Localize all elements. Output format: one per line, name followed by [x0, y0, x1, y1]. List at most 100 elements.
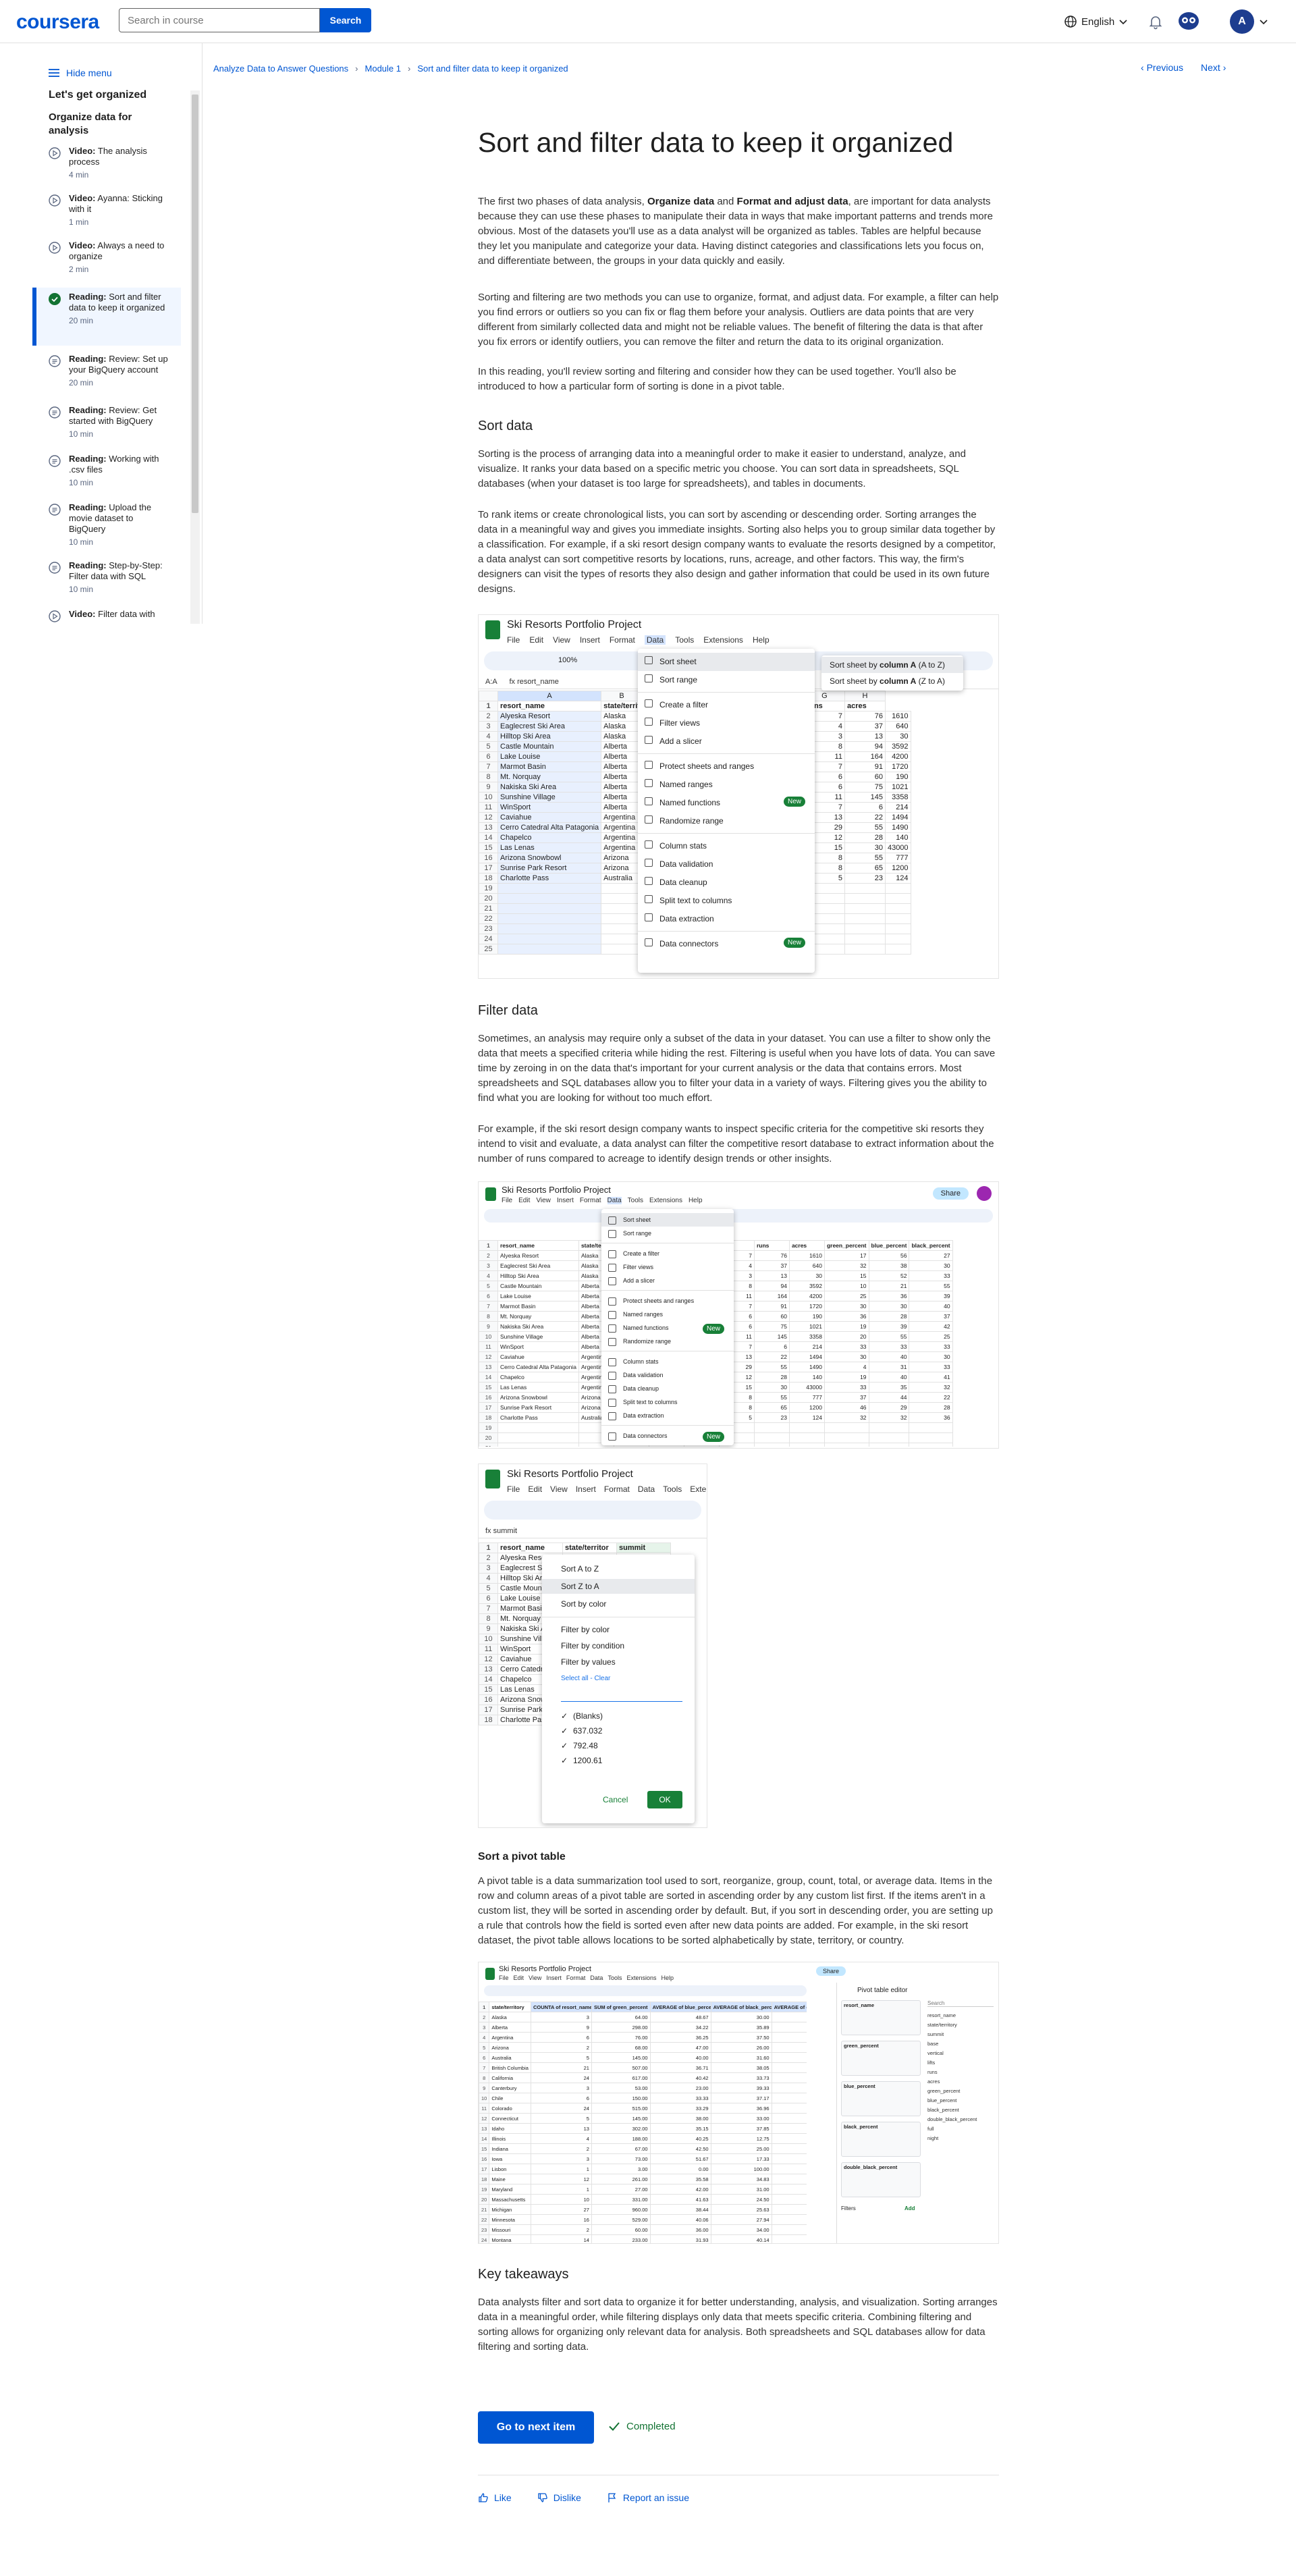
- hide-menu-button[interactable]: Hide menu: [49, 68, 112, 78]
- filter-by-values-item[interactable]: Filter by values: [542, 1655, 695, 1669]
- previous-button[interactable]: ‹ Previous: [1141, 62, 1183, 73]
- row-number: 9: [479, 2083, 490, 2093]
- pivot-field-item[interactable]: acres: [927, 2078, 940, 2085]
- coach-icon[interactable]: [1177, 11, 1200, 31]
- sort-a-to-z-item[interactable]: Sort sheet by column A (A to Z): [821, 657, 963, 673]
- data-menu-item[interactable]: Create a filter: [601, 1247, 734, 1260]
- data-menu-item[interactable]: Data connectors New: [638, 935, 815, 953]
- sidebar-item-reading-get-started-bigquery[interactable]: Reading: Review: Get started with BigQue…: [32, 405, 181, 452]
- pivot-field-item[interactable]: full: [927, 2126, 934, 2132]
- sidebar-item-reading-upload-movie[interactable]: Reading: Upload the movie dataset to Big…: [32, 502, 181, 554]
- avatar[interactable]: A: [1230, 9, 1254, 34]
- breadcrumb-module[interactable]: Module 1: [365, 63, 401, 74]
- chevron-down-icon[interactable]: [1260, 18, 1268, 26]
- sort-by-color-item[interactable]: Sort by color: [542, 1596, 695, 1611]
- pivot-field-item[interactable]: state/territory: [927, 2022, 957, 2028]
- data-menu-item[interactable]: Protect sheets and ranges: [601, 1294, 734, 1308]
- table-cell: [771, 2032, 807, 2043]
- pivot-field-item[interactable]: vertical: [927, 2050, 944, 2056]
- language-selector[interactable]: English: [1064, 14, 1128, 30]
- table-cell: 13: [844, 731, 886, 742]
- pivot-field-item[interactable]: green_percent: [927, 2088, 960, 2094]
- sidebar-item-reading-sort-filter[interactable]: Reading: Sort and filter data to keep it…: [32, 288, 181, 346]
- next-button[interactable]: Next ›: [1201, 62, 1226, 73]
- data-menu-item[interactable]: Add a slicer: [601, 1274, 734, 1287]
- data-menu-item[interactable]: Filter views: [638, 714, 815, 732]
- data-menu-item[interactable]: Sort range: [601, 1227, 734, 1240]
- filter-search-input[interactable]: [561, 1687, 682, 1702]
- value-item[interactable]: ✓ 792.48: [542, 1738, 695, 1753]
- go-to-next-item-button[interactable]: Go to next item: [478, 2411, 594, 2444]
- search-button[interactable]: Search: [320, 8, 371, 32]
- pivot-field-item[interactable]: double_black_percent: [927, 2116, 977, 2122]
- data-menu-item[interactable]: Data cleanup: [601, 1382, 734, 1395]
- data-menu-item[interactable]: Named functions New: [601, 1321, 734, 1335]
- data-menu-item[interactable]: Sort sheet: [601, 1213, 734, 1227]
- coursera-logo[interactable]: coursera: [16, 11, 99, 34]
- pivot-field-item[interactable]: summit: [927, 2031, 944, 2037]
- pivot-field-item[interactable]: night: [927, 2135, 938, 2141]
- data-menu-item[interactable]: Named functions New: [638, 794, 815, 812]
- sidebar-item-video-filter-data[interactable]: Video: Filter data with: [32, 609, 181, 624]
- data-menu-item[interactable]: Data cleanup: [638, 874, 815, 892]
- ok-button[interactable]: OK: [647, 1791, 682, 1808]
- table-cell: 31: [868, 1362, 910, 1372]
- sidebar-item-video-analysis-process[interactable]: Video: The analysis process 4 min: [32, 146, 181, 185]
- row-number: 5: [479, 741, 498, 752]
- sort-a-z-item[interactable]: Sort A to Z: [542, 1561, 695, 1576]
- data-menu-item[interactable]: Filter views: [601, 1260, 734, 1274]
- row-number: 24: [479, 2234, 490, 2243]
- data-menu-item[interactable]: Data validation: [601, 1368, 734, 1382]
- sidebar-item-video-need-to-organize[interactable]: Video: Always a need to organize 2 min: [32, 240, 181, 279]
- like-button[interactable]: Like: [478, 2492, 512, 2503]
- value-item[interactable]: ✓ 1200.61: [542, 1753, 695, 1768]
- data-menu-item[interactable]: Randomize range: [601, 1335, 734, 1348]
- data-menu-item[interactable]: Randomize range: [638, 812, 815, 830]
- breadcrumb-current[interactable]: Sort and filter data to keep it organize…: [417, 63, 568, 74]
- data-menu-item[interactable]: Split text to columns: [601, 1395, 734, 1409]
- data-menu-item[interactable]: Sort sheet: [638, 653, 815, 671]
- table-cell: [844, 913, 886, 924]
- data-menu-item[interactable]: Data extraction: [638, 910, 815, 928]
- filter-by-color-item[interactable]: Filter by color: [542, 1622, 695, 1637]
- data-menu-item[interactable]: Create a filter: [638, 696, 815, 714]
- sidebar-item-video-ayanna[interactable]: Video: Ayanna: Sticking with it 1 min: [32, 193, 181, 232]
- pivot-field-item[interactable]: runs: [927, 2069, 938, 2075]
- bell-icon[interactable]: [1148, 14, 1164, 30]
- data-menu-item[interactable]: Sort range: [638, 671, 815, 689]
- sidebar-scrollbar-thumb[interactable]: [192, 95, 198, 513]
- pivot-field-item[interactable]: base: [927, 2041, 938, 2047]
- data-menu-item[interactable]: Data validation: [638, 855, 815, 874]
- pivot-section-label: blue_percent: [844, 2083, 875, 2089]
- table-cell: 22: [844, 812, 886, 823]
- data-menu-item[interactable]: Split text to columns: [638, 892, 815, 910]
- table-row: 23 Missouri 2 60.00 36.00 34.00: [479, 2224, 807, 2235]
- pivot-field-item[interactable]: blue_percent: [927, 2097, 956, 2103]
- sidebar-item-reading-filter-sql[interactable]: Reading: Step-by-Step: Filter data with …: [32, 560, 181, 603]
- cancel-button[interactable]: Cancel: [603, 1795, 628, 1804]
- data-menu-item[interactable]: Data connectors New: [601, 1429, 734, 1443]
- breadcrumb-course[interactable]: Analyze Data to Answer Questions: [213, 63, 348, 74]
- pivot-field-search[interactable]: Search: [927, 2000, 994, 2007]
- sort-z-to-a-item[interactable]: Sort sheet by column A (Z to A): [821, 673, 963, 689]
- data-menu-item[interactable]: Protect sheets and ranges: [638, 757, 815, 776]
- dislike-button[interactable]: Dislike: [537, 2492, 581, 2503]
- pivot-field-item[interactable]: resort_name: [927, 2012, 956, 2018]
- data-menu-item[interactable]: Named ranges: [638, 776, 815, 794]
- data-menu-item[interactable]: Column stats: [638, 837, 815, 855]
- value-blanks[interactable]: ✓ (Blanks): [542, 1709, 695, 1723]
- value-item[interactable]: ✓ 637.032: [542, 1723, 695, 1738]
- sort-z-a-item[interactable]: Sort Z to A: [542, 1579, 695, 1594]
- pivot-field-item[interactable]: black_percent: [927, 2107, 959, 2113]
- pivot-field-item[interactable]: lifts: [927, 2060, 935, 2066]
- report-issue-button[interactable]: Report an issue: [607, 2492, 689, 2503]
- sidebar-item-reading-csv-files[interactable]: Reading: Working with .csv files 10 min: [32, 454, 181, 501]
- data-menu-item[interactable]: Column stats: [601, 1355, 734, 1368]
- filter-by-condition-item[interactable]: Filter by condition: [542, 1638, 695, 1653]
- pivot-add-filter-button[interactable]: Add: [905, 2205, 915, 2211]
- sidebar-item-reading-bigquery-account[interactable]: Reading: Review: Set up your BigQuery ac…: [32, 354, 181, 401]
- data-menu-item[interactable]: Add a slicer: [638, 732, 815, 751]
- search-input[interactable]: [119, 8, 320, 32]
- data-menu-item[interactable]: Data extraction: [601, 1409, 734, 1422]
- data-menu-item[interactable]: Named ranges: [601, 1308, 734, 1321]
